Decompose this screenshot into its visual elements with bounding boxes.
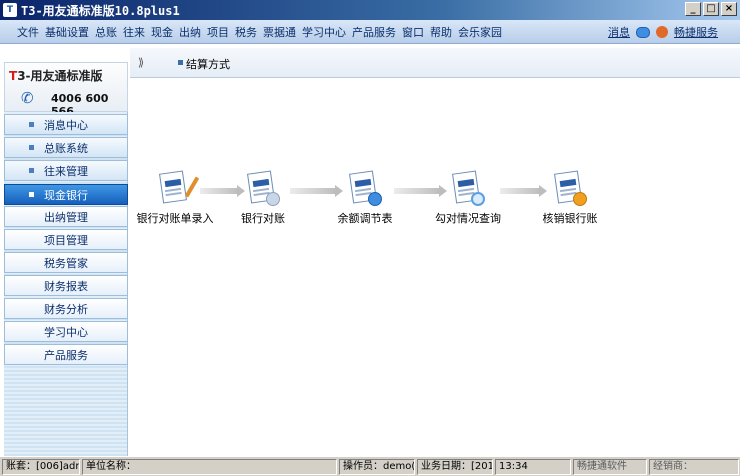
sidebar-item-label: 总账系统 <box>44 141 88 155</box>
menu-right-links: 消息 畅捷服务 <box>608 24 718 40</box>
flow-node-label: 核销银行账 <box>542 212 598 225</box>
tab-settlement-method[interactable]: 结算方式 <box>186 56 230 72</box>
sidebar-item-label: 现金银行 <box>44 188 88 202</box>
status-operator: 操作员：demo(der <box>339 458 415 475</box>
sidebar-item-tax[interactable]: 税务管家 <box>4 252 128 273</box>
chat-bubble-icon[interactable] <box>636 26 650 38</box>
menu-bills[interactable]: 票据通 <box>260 24 299 40</box>
flow-node-label: 勾对情况查询 <box>435 212 501 225</box>
flow-node-balance-adjustment[interactable]: 余额调节表 <box>320 170 410 226</box>
sidebar-item-label: 项目管理 <box>44 233 88 247</box>
service-icon <box>656 26 668 38</box>
bullet-icon <box>178 60 183 65</box>
menu-receivables[interactable]: 往来 <box>120 24 148 40</box>
bullet-icon <box>29 192 34 197</box>
brand-title-rest: 3-用友通标准版 <box>17 69 103 83</box>
title-bar: T T3-用友通标准版10.8plus1 _ □ × <box>0 0 740 20</box>
phone-icon: ✆ <box>21 89 34 107</box>
menu-product-service[interactable]: 产品服务 <box>349 24 399 40</box>
maximize-button[interactable]: □ <box>703 2 719 16</box>
bullet-icon <box>29 122 34 127</box>
sidebar-item-financial-reports[interactable]: 财务报表 <box>4 275 128 296</box>
flow-node-label: 银行对账单录入 <box>136 212 214 225</box>
match-query-icon <box>451 170 485 206</box>
sidebar-item-label: 学习中心 <box>44 325 88 339</box>
sidebar-item-receivables[interactable]: 往来管理 <box>4 160 128 181</box>
bank-statement-entry-icon <box>158 170 200 206</box>
status-account: 账套：[006]admin6 <box>2 458 80 475</box>
menu-file[interactable]: 文件 <box>14 24 42 40</box>
status-time: 13:34 <box>495 458 571 475</box>
window-title: T3-用友通标准版10.8plus1 <box>21 3 180 18</box>
status-business-date: 业务日期：[2013- <box>417 458 493 475</box>
sidebar-item-cash-bank[interactable]: 现金银行 <box>4 184 128 205</box>
flow-node-bank-reconciliation[interactable]: 银行对账 <box>218 170 308 226</box>
brand-title: T3-用友通标准版 <box>9 67 103 84</box>
write-off-icon <box>553 170 587 206</box>
status-software: 畅捷通软件 <box>573 458 647 475</box>
messages-link[interactable]: 消息 <box>608 24 630 40</box>
menu-community[interactable]: 会乐家园 <box>455 24 505 40</box>
menu-basic-settings[interactable]: 基础设置 <box>42 24 92 40</box>
bank-reconciliation-icon <box>246 170 280 206</box>
balance-adjustment-icon <box>348 170 382 206</box>
content-toolbar: ⟫ 结算方式 <box>130 48 740 78</box>
menu-project[interactable]: 项目 <box>204 24 232 40</box>
menu-cash[interactable]: 现金 <box>148 24 176 40</box>
sidebar: 消息中心 总账系统 往来管理 现金银行 出纳管理 项目管理 税务管家 财务报表 … <box>4 112 128 456</box>
brand-title-prefix: T <box>9 69 18 83</box>
sidebar-item-label: 财务报表 <box>44 279 88 293</box>
sidebar-item-project[interactable]: 项目管理 <box>4 229 128 250</box>
minimize-button[interactable]: _ <box>685 2 701 16</box>
menu-cashier[interactable]: 出纳 <box>176 24 204 40</box>
sidebar-item-general-ledger[interactable]: 总账系统 <box>4 137 128 158</box>
flow-node-label: 银行对账 <box>241 212 285 225</box>
flow-node-write-off[interactable]: 核销银行账 <box>525 170 615 226</box>
menu-general-ledger[interactable]: 总账 <box>92 24 120 40</box>
menu-window[interactable]: 窗口 <box>399 24 427 40</box>
status-bar: 账套：[006]admin6 单位名称： 操作员：demo(der 业务日期：[… <box>0 456 740 476</box>
menu-learning-center[interactable]: 学习中心 <box>299 24 349 40</box>
menu-tax[interactable]: 税务 <box>232 24 260 40</box>
sidebar-item-label: 产品服务 <box>44 348 88 362</box>
sidebar-item-label: 消息中心 <box>44 118 88 132</box>
flow-node-match-query[interactable]: 勾对情况查询 <box>423 170 513 226</box>
brand-logo: T3-用友通标准版 ✆ 4006 600 566 <box>4 62 128 118</box>
sidebar-item-label: 出纳管理 <box>44 210 88 224</box>
menu-help[interactable]: 帮助 <box>427 24 455 40</box>
sidebar-item-financial-analysis[interactable]: 财务分析 <box>4 298 128 319</box>
bullet-icon <box>29 145 34 150</box>
sidebar-item-cashier[interactable]: 出纳管理 <box>4 206 128 227</box>
sidebar-item-message-center[interactable]: 消息中心 <box>4 114 128 135</box>
window-controls: _ □ × <box>685 2 737 16</box>
sidebar-item-label: 税务管家 <box>44 256 88 270</box>
sidebar-item-learning-center[interactable]: 学习中心 <box>4 321 128 342</box>
app-icon: T <box>3 3 17 17</box>
sidebar-item-label: 往来管理 <box>44 164 88 178</box>
bullet-icon <box>29 168 34 173</box>
sidebar-item-product-service[interactable]: 产品服务 <box>4 344 128 365</box>
workflow-panel: 银行对账单录入 银行对账 余额调节表 勾对情况查询 核销银行账 <box>130 78 740 456</box>
flow-node-bank-statement-entry[interactable]: 银行对账单录入 <box>130 170 220 226</box>
close-button[interactable]: × <box>721 2 737 16</box>
flow-node-label: 余额调节表 <box>337 212 393 225</box>
service-link[interactable]: 畅捷服务 <box>674 24 718 40</box>
expand-chevrons-icon[interactable]: ⟫ <box>138 56 144 69</box>
menu-bar: 文件 基础设置 总账 往来 现金 出纳 项目 税务 票据通 学习中心 产品服务 … <box>0 20 740 44</box>
status-unit-name: 单位名称： <box>82 458 337 475</box>
sidebar-item-label: 财务分析 <box>44 302 88 316</box>
status-dealer: 经销商： <box>649 458 739 475</box>
